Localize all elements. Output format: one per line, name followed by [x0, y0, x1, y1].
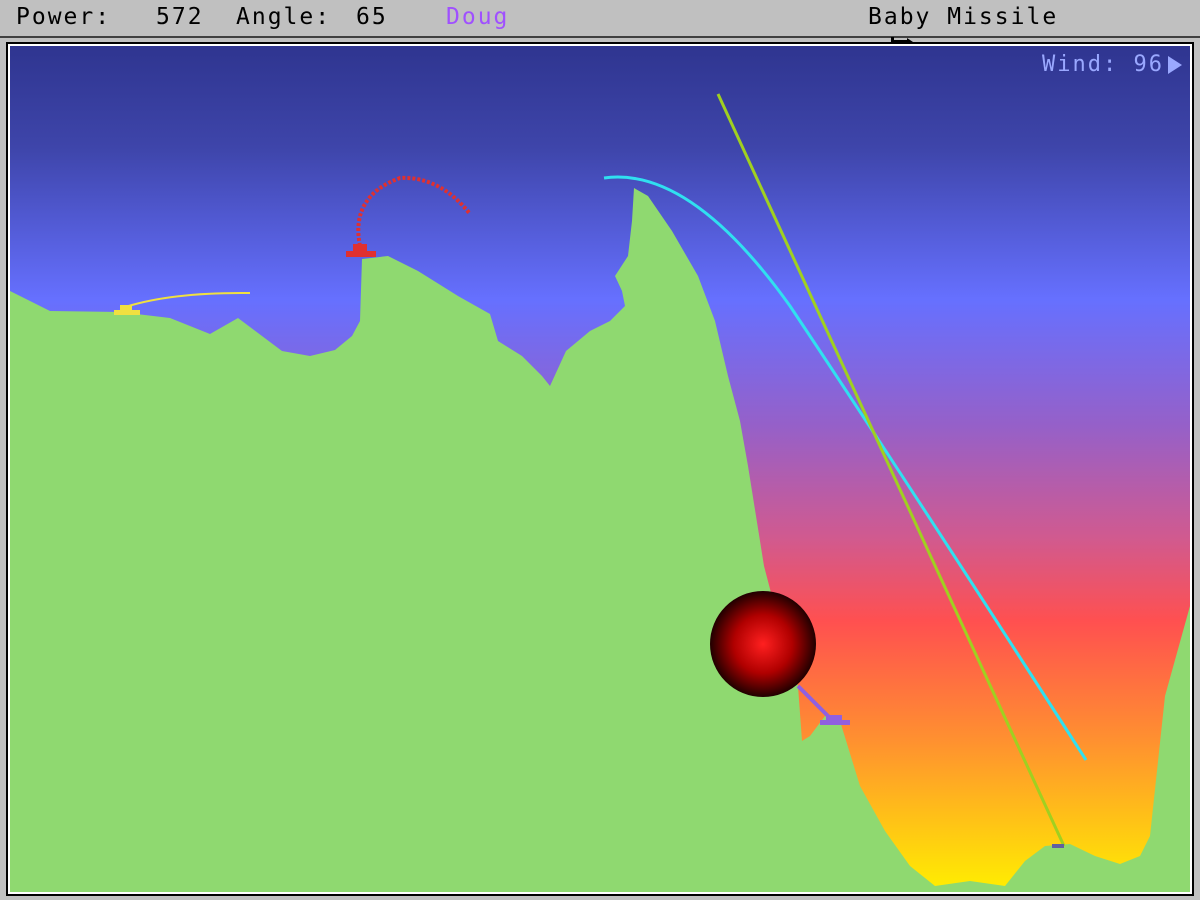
current-player-name: Doug	[446, 4, 510, 30]
angle-label: Angle:	[236, 4, 332, 30]
angle-value: 65	[356, 4, 388, 30]
power-value: 572	[156, 4, 204, 30]
status-bar: Power: 572 Angle: 65 Doug Baby Missile	[0, 0, 1200, 47]
right-triangle-arrow-icon	[1166, 54, 1184, 80]
battlefield	[10, 46, 1190, 892]
target-tank	[1052, 844, 1064, 848]
wind-readout: Wind: 96	[1042, 52, 1164, 77]
explosion-ball	[710, 591, 816, 697]
wind-label: Wind:	[1042, 52, 1119, 77]
wind-value: 96	[1133, 52, 1164, 77]
weapon-name: Baby Missile	[868, 4, 1059, 30]
power-label: Power:	[16, 4, 112, 30]
